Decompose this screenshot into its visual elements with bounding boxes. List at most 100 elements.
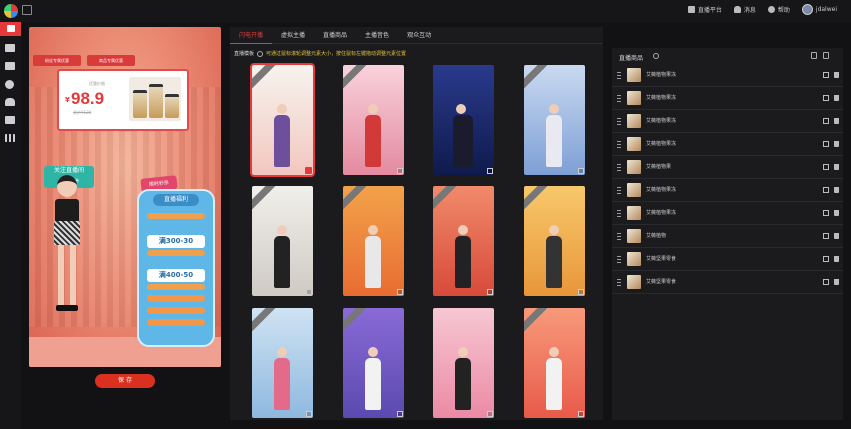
edit-icon[interactable] (823, 279, 829, 285)
welfare-panel[interactable]: 直播福利 满300-30 满400-50 (137, 189, 215, 347)
template-thumb-5[interactable] (252, 186, 313, 296)
edit-icon[interactable] (823, 118, 829, 124)
tab-audience-interaction[interactable]: 观众互动 (398, 27, 440, 44)
coupon-goods[interactable]: 商品专属优惠 (87, 55, 135, 66)
edit-icon[interactable] (823, 95, 829, 101)
template-thumb-10[interactable] (343, 308, 404, 418)
top-right-nav: 直播平台 消息 帮助 jdalwei (687, 4, 837, 15)
goods-item[interactable]: 艾薇坚果零食 (612, 271, 843, 294)
edit-icon[interactable] (823, 233, 829, 239)
edit-icon[interactable] (823, 187, 829, 193)
drag-handle-icon[interactable] (617, 95, 621, 102)
edit-icon[interactable] (823, 164, 829, 170)
goods-item[interactable]: 艾薇植物果 (612, 156, 843, 179)
figure (453, 104, 473, 167)
coupon-fans[interactable]: 粉丝专属优惠 (33, 55, 81, 66)
template-thumb-4[interactable] (524, 65, 585, 175)
plus-circle-icon[interactable] (5, 80, 14, 89)
delete-icon[interactable] (834, 141, 839, 147)
goods-title: 直播商品 (619, 55, 644, 62)
delete-icon[interactable] (834, 164, 839, 170)
help-link[interactable]: 帮助 (767, 5, 790, 14)
drag-handle-icon[interactable] (617, 210, 621, 217)
welfare-strip (147, 250, 205, 256)
goods-item[interactable]: 艾薇植物果冻 (612, 179, 843, 202)
ribbon (343, 308, 371, 337)
goods-thumbnail (627, 206, 641, 220)
user-menu[interactable]: jdalwei (801, 4, 837, 15)
virtual-host-avatar[interactable] (43, 175, 91, 325)
drag-handle-icon[interactable] (617, 233, 621, 240)
goods-thumbnail (627, 160, 641, 174)
ribbon (524, 308, 552, 337)
template-thumb-1[interactable] (250, 63, 315, 177)
template-label: 直播模板 (234, 51, 255, 57)
live-platform-link[interactable]: 直播平台 (687, 5, 722, 14)
messages-link[interactable]: 消息 (733, 5, 756, 14)
goods-item[interactable]: 艾薇坚果零食 (612, 248, 843, 271)
trash-icon[interactable] (823, 52, 829, 59)
goods-item[interactable]: 艾薇植物果冻 (612, 202, 843, 225)
template-thumb-11[interactable] (433, 308, 494, 418)
drag-handle-icon[interactable] (617, 141, 621, 148)
drag-handle-icon[interactable] (617, 279, 621, 286)
live-preview[interactable]: 粉丝专属优惠 商品专属优惠 优惠价格 ¥ 98.9 原价¥128 关注直播间 领… (29, 27, 221, 367)
delete-icon[interactable] (834, 256, 839, 262)
delete-icon[interactable] (834, 95, 839, 101)
goods-item[interactable]: 艾薇植物果冻 (612, 64, 843, 87)
edit-icon[interactable] (823, 210, 829, 216)
export-icon[interactable] (811, 52, 817, 59)
template-thumb-6[interactable] (343, 186, 404, 296)
drag-handle-icon[interactable] (617, 164, 621, 171)
edit-icon[interactable] (823, 256, 829, 262)
delete-icon[interactable] (834, 118, 839, 124)
goods-item[interactable]: 艾薇植物果冻 (612, 110, 843, 133)
goods-item[interactable]: 艾薇植物果冻 (612, 133, 843, 156)
price-value: 98.9 (71, 89, 105, 108)
checkbox-icon (487, 289, 493, 295)
product-card[interactable]: 优惠价格 ¥ 98.9 原价¥128 (57, 69, 189, 131)
coupon-row: 粉丝专属优惠 商品专属优惠 (33, 55, 135, 66)
figure (365, 225, 381, 288)
drag-handle-icon[interactable] (617, 72, 621, 79)
delete-icon[interactable] (834, 279, 839, 285)
edit-icon[interactable] (823, 72, 829, 78)
template-thumb-2[interactable] (343, 65, 404, 175)
delete-icon[interactable] (834, 233, 839, 239)
figure (546, 225, 562, 288)
chart-icon[interactable] (5, 134, 15, 142)
cloud-icon[interactable] (5, 98, 15, 106)
drag-handle-icon[interactable] (617, 187, 621, 194)
live-icon[interactable] (0, 22, 21, 36)
delete-icon[interactable] (834, 187, 839, 193)
tab-virtual-host[interactable]: 虚拟主播 (272, 27, 314, 44)
goods-item[interactable]: 艾薇植物 (612, 225, 843, 248)
edit-icon[interactable] (823, 141, 829, 147)
avatar-legs (58, 245, 76, 305)
tab-quick-live[interactable]: 闪电开播 (230, 27, 273, 44)
drag-handle-icon[interactable] (617, 118, 621, 125)
template-thumb-7[interactable] (433, 186, 494, 296)
app-logo-icon (4, 4, 18, 18)
figure (274, 104, 290, 167)
goods-item[interactable]: 艾薇植物果冻 (612, 87, 843, 110)
template-thumb-12[interactable] (524, 308, 585, 418)
menu-toggle-icon[interactable] (22, 5, 32, 15)
help-icon[interactable] (653, 53, 659, 59)
lightbulb-icon (767, 6, 775, 13)
delete-icon[interactable] (834, 72, 839, 78)
video-icon[interactable] (5, 44, 15, 52)
settings-icon[interactable] (5, 116, 15, 124)
tab-live-goods[interactable]: 直播商品 (314, 27, 356, 44)
help-icon[interactable] (257, 50, 264, 57)
template-thumb-9[interactable] (252, 308, 313, 418)
drag-handle-icon[interactable] (617, 256, 621, 263)
tab-host-voice[interactable]: 主播音色 (356, 27, 398, 44)
box-icon[interactable] (5, 62, 15, 70)
delete-icon[interactable] (834, 210, 839, 216)
goods-thumbnail (627, 91, 641, 105)
template-thumb-3[interactable] (433, 65, 494, 175)
goods-name: 艾薇植物果冻 (646, 95, 677, 101)
template-thumb-8[interactable] (524, 186, 585, 296)
save-button[interactable]: 保 存 (95, 374, 155, 388)
